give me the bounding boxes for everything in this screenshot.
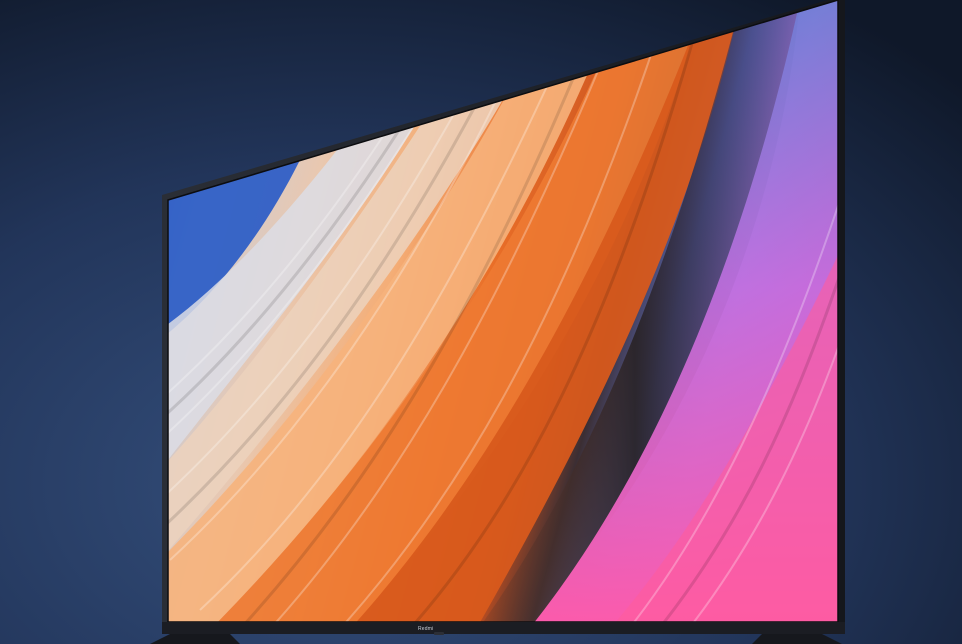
tv-illustration: Redmi [0,0,962,644]
tv-bottom-bezel [162,622,845,634]
tv-brand-label: Redmi [418,626,433,632]
ir-sensor [434,632,444,635]
product-scene: Redmi [0,0,962,644]
